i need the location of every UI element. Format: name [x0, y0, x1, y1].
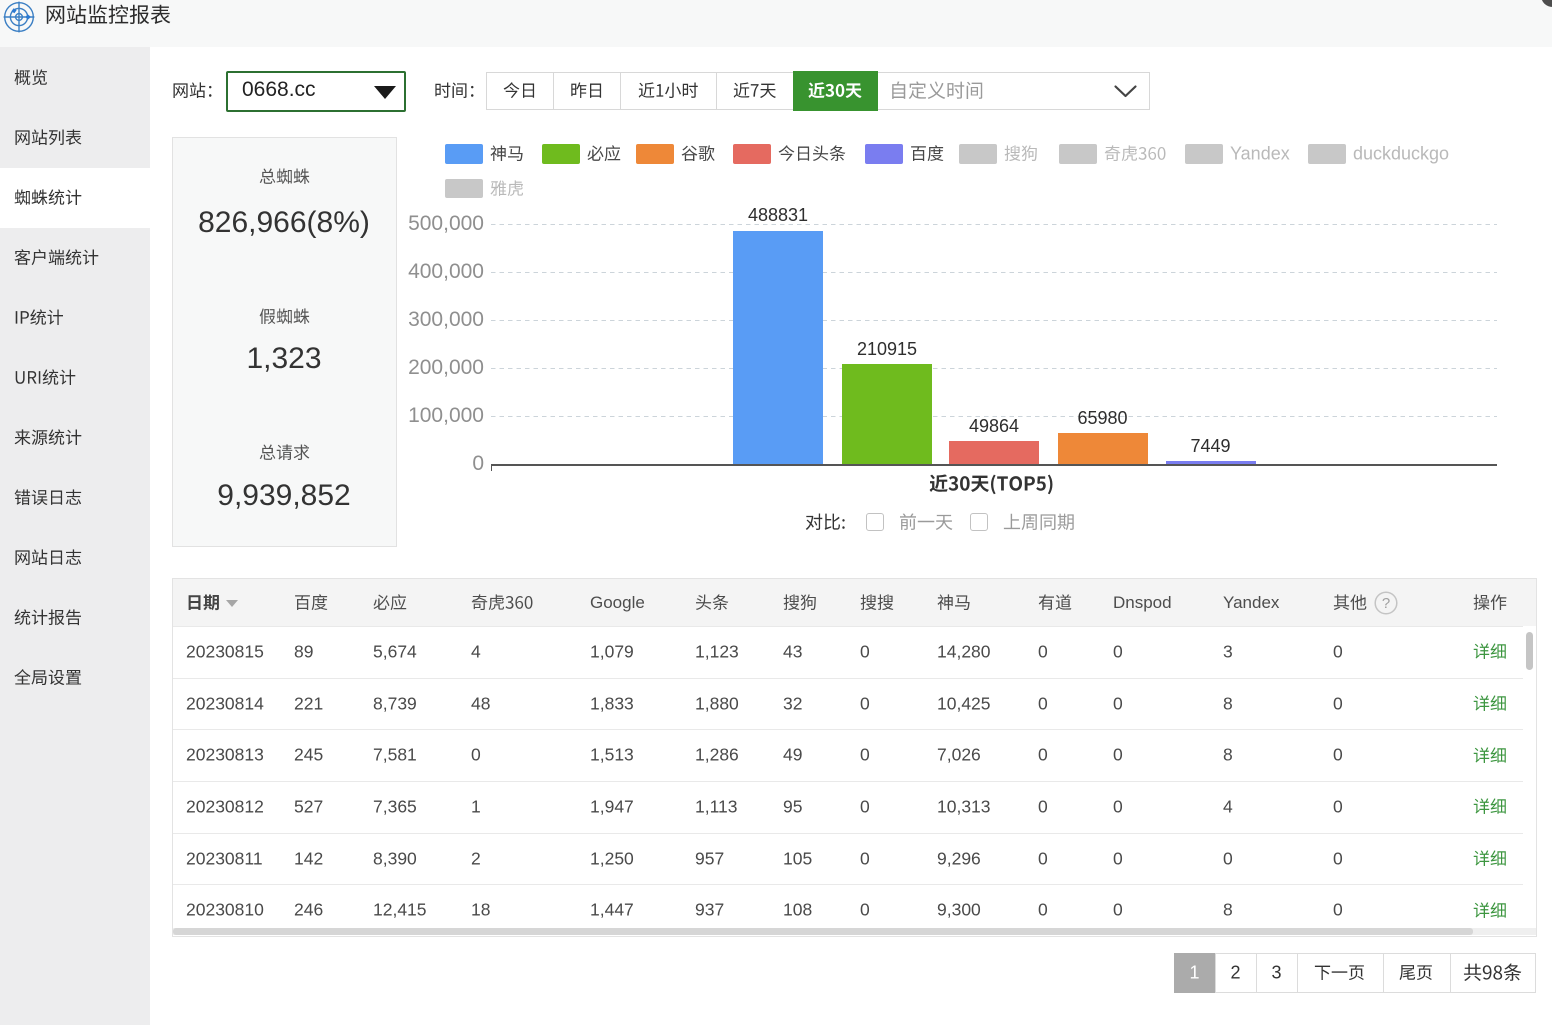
svg-text:?: ?	[1382, 595, 1390, 612]
